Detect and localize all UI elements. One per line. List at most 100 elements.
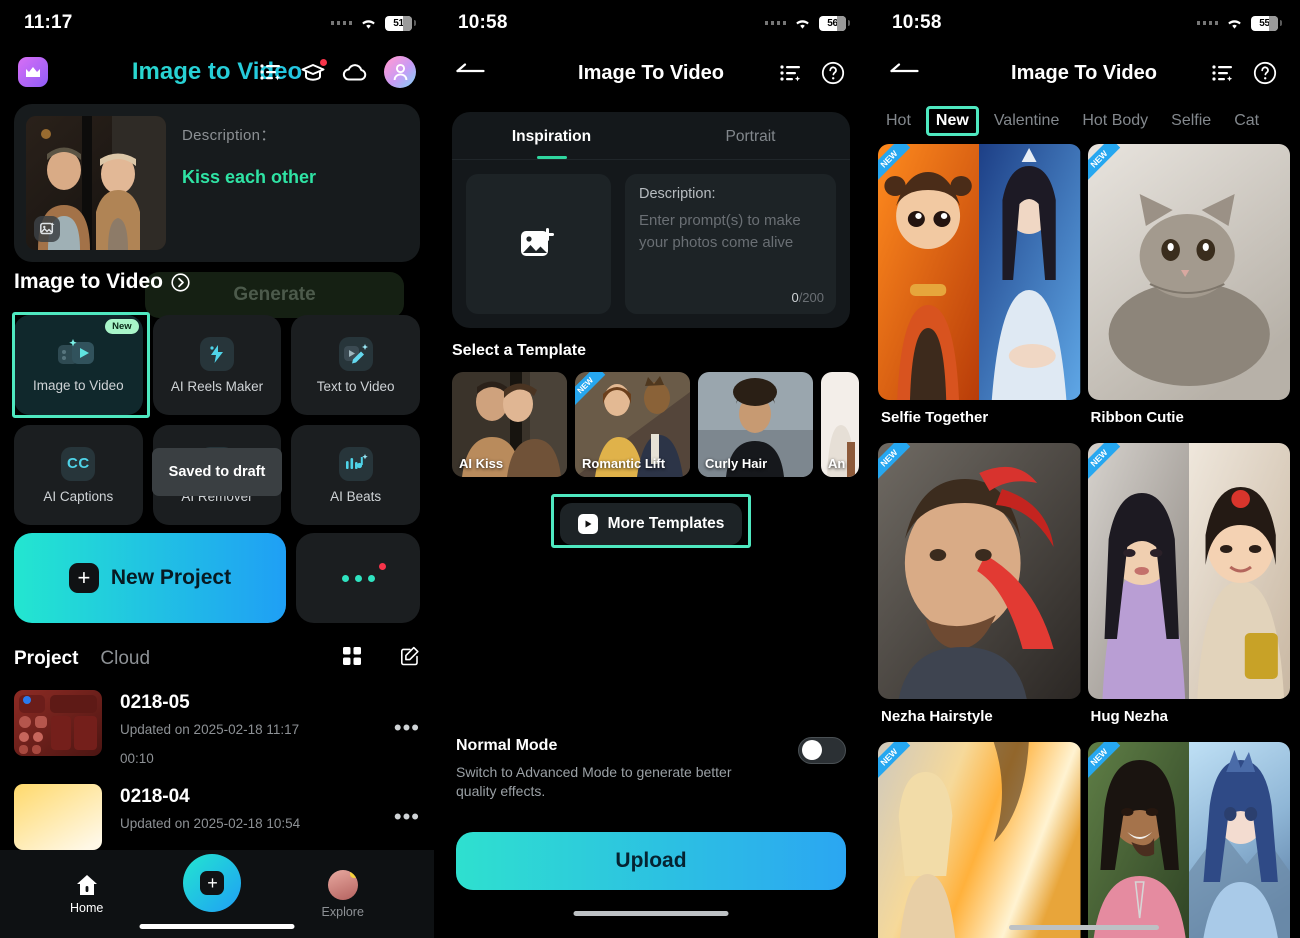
template-thumbnail[interactable]: NEW (878, 742, 1081, 938)
category-cat[interactable]: Cat (1226, 107, 1267, 135)
grid-item[interactable]: NEW (1087, 742, 1290, 938)
prompt-input[interactable]: Description: Enter prompt(s) to make you… (625, 174, 836, 314)
project-meta: 0218-05 Updated on 2025-02-18 11:17 00:1… (120, 690, 376, 766)
graduation-cap-icon[interactable] (300, 59, 327, 85)
new-badge: New (105, 319, 139, 334)
status-indicators: 55 (1196, 15, 1282, 31)
add-image-button[interactable] (466, 174, 611, 314)
nav-actions (778, 60, 846, 86)
template-thumbnail[interactable]: NEW (1087, 742, 1290, 938)
feature-ai-captions[interactable]: CC AI Captions (14, 425, 143, 525)
new-ribbon: NEW (1087, 144, 1128, 184)
project-menu-icon[interactable]: ••• (394, 804, 420, 830)
tab-inspiration[interactable]: Inspiration (452, 112, 651, 159)
mode-tabs: Inspiration Portrait (452, 112, 850, 160)
category-hot-body[interactable]: Hot Body (1074, 107, 1156, 135)
list-item[interactable]: 0218-04 Updated on 2025-02-18 10:54 ••• (14, 784, 420, 850)
section-header-image-to-video[interactable]: Image to Video (14, 270, 190, 294)
feature-text-to-video[interactable]: Text to Video (291, 315, 420, 415)
crown-icon[interactable] (18, 57, 48, 87)
plus-icon: + (68, 563, 99, 593)
phone-screen-image-to-video-form: 10:58 56 Image To Video Inspiration Port… (434, 0, 868, 938)
grid-view-icon[interactable] (342, 646, 362, 671)
wifi-icon (794, 17, 811, 30)
new-project-button[interactable]: + New Project (14, 533, 286, 623)
create-fab-button[interactable]: + (183, 854, 242, 912)
dot-icon (341, 574, 349, 582)
nav-explore-label: Explore (321, 904, 364, 919)
nav-home-label: Home (70, 900, 104, 915)
recent-generation-banner[interactable]: Description： Kiss each other (14, 104, 420, 262)
signal-dots-icon (1196, 21, 1218, 25)
prompt-placeholder: Enter prompt(s) to make your photos come… (639, 212, 801, 251)
cc-icon: CC (61, 446, 96, 481)
tab-cloud[interactable]: Cloud (100, 648, 150, 670)
grid-item[interactable]: NEW (1087, 144, 1290, 436)
edit-icon[interactable] (400, 646, 420, 671)
template-card[interactable]: AI Kiss (452, 372, 567, 477)
home-icon (76, 874, 97, 895)
signal-dots-icon (764, 21, 786, 25)
list-item[interactable]: 0218-05 Updated on 2025-02-18 11:17 00:1… (14, 690, 420, 766)
wifi-icon (1226, 17, 1243, 30)
more-templates-label: More Templates (607, 515, 725, 532)
back-icon[interactable] (456, 62, 486, 85)
feature-image-to-video[interactable]: New Image to Video (14, 315, 143, 415)
project-name: 0218-04 (120, 786, 190, 807)
more-options-button[interactable] (296, 533, 420, 623)
help-icon[interactable] (820, 60, 846, 86)
tab-project[interactable]: Project (14, 648, 78, 670)
nav-explore[interactable]: Explore (321, 869, 364, 919)
advanced-mode-toggle[interactable] (798, 736, 846, 764)
char-count-max: /200 (798, 290, 824, 305)
bottom-navigation: Home + Explore (0, 850, 434, 938)
edit-image-icon[interactable] (34, 216, 60, 242)
feature-label: AI Beats (330, 488, 382, 504)
grid-item[interactable]: NEW (1087, 443, 1290, 735)
avatar[interactable] (384, 56, 416, 88)
list-sparkle-icon[interactable] (258, 59, 284, 85)
back-icon[interactable] (890, 62, 920, 85)
template-thumbnail[interactable]: NEW (878, 144, 1081, 400)
tab-portrait[interactable]: Portrait (651, 112, 850, 159)
feature-label: Text to Video (316, 378, 395, 394)
feature-label: AI Captions (43, 488, 114, 504)
template-thumbnail[interactable]: NEW (878, 443, 1081, 699)
project-menu-icon[interactable]: ••• (394, 715, 420, 741)
cloud-icon[interactable] (342, 59, 368, 85)
banner-thumbnail[interactable] (26, 116, 166, 250)
nav-header: Image To Video (868, 46, 1300, 100)
grid-item[interactable]: NEW (878, 742, 1081, 938)
status-time: 10:58 (458, 12, 508, 33)
scroll-indicator[interactable] (1009, 925, 1159, 930)
template-card[interactable]: Curly Hair (698, 372, 813, 477)
grid-item[interactable]: NEW (878, 144, 1081, 436)
feature-ai-beats[interactable]: AI Beats (291, 425, 420, 525)
feature-ai-reels-maker[interactable]: AI Reels Maker (152, 315, 282, 415)
list-sparkle-icon[interactable] (1210, 60, 1236, 86)
template-label: An (828, 456, 846, 471)
category-valentine[interactable]: Valentine (986, 107, 1068, 135)
status-bar: 11:17 51 (0, 0, 434, 46)
char-counter: 0/200 (791, 290, 824, 305)
grid-item[interactable]: NEW (878, 443, 1081, 735)
category-selfie[interactable]: Selfie (1163, 107, 1219, 135)
template-label: Nezha Hairstyle (881, 708, 993, 725)
category-hot[interactable]: Hot (878, 107, 919, 135)
plus-icon: + (200, 871, 225, 895)
template-label: Curly Hair (705, 456, 768, 471)
list-sparkle-icon[interactable] (778, 60, 804, 86)
template-thumbnail[interactable]: NEW (1087, 443, 1290, 699)
inspiration-card: Inspiration Portrait Description: Enter … (452, 112, 850, 328)
more-templates-button[interactable]: More Templates (560, 503, 742, 545)
nav-home[interactable]: Home (70, 874, 103, 915)
status-indicators: 56 (764, 15, 850, 31)
template-carousel[interactable]: AI Kiss NEW Romantic Lift Curly Hair An (434, 360, 868, 489)
help-icon[interactable] (1252, 60, 1278, 86)
red-dot-icon (379, 563, 386, 570)
upload-button[interactable]: Upload (456, 832, 846, 890)
category-new[interactable]: New (925, 106, 979, 136)
template-thumbnail[interactable]: NEW (1087, 144, 1290, 400)
template-card-partial[interactable]: An (821, 372, 859, 477)
template-card[interactable]: NEW Romantic Lift (575, 372, 690, 477)
